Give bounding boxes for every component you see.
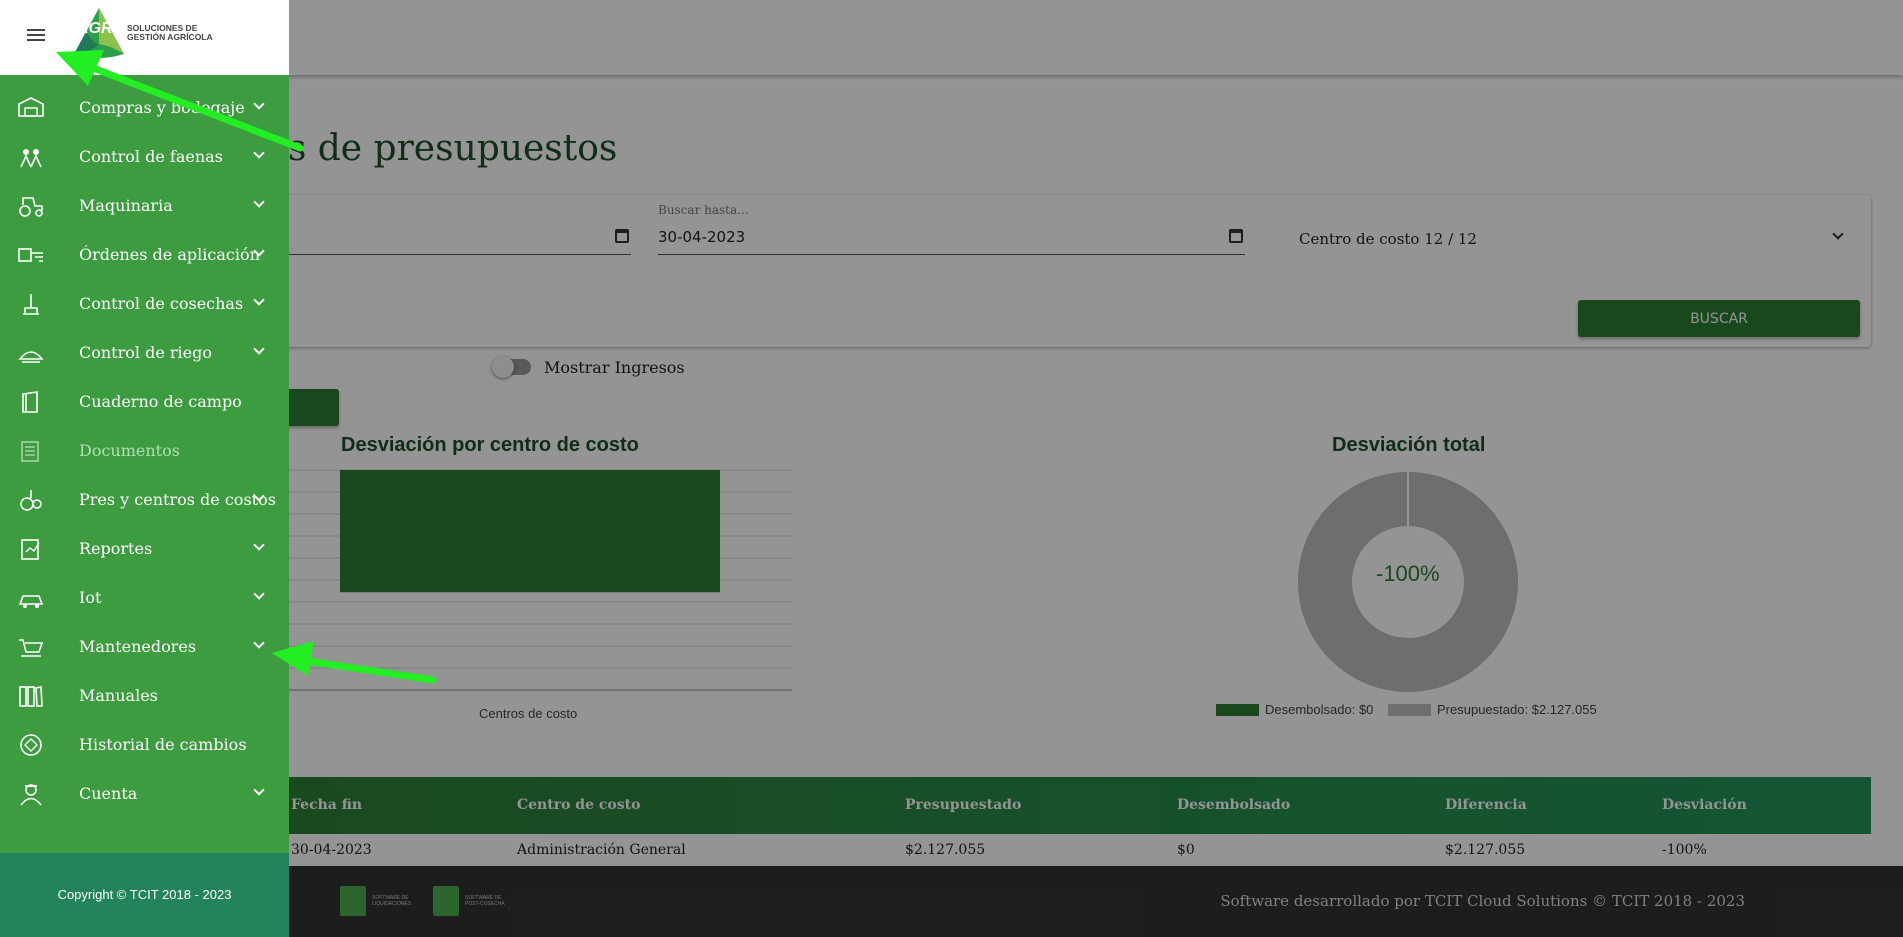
sidebar-item-control-de-faenas[interactable]: Control de faenas bbox=[0, 133, 289, 182]
sidebar-item-mantenedores[interactable]: Mantenedores bbox=[0, 623, 289, 672]
cart-icon bbox=[19, 639, 44, 657]
chevron-down-icon[interactable] bbox=[253, 588, 265, 600]
chevron-down-icon[interactable] bbox=[253, 539, 265, 551]
chevron-down-icon[interactable] bbox=[253, 784, 265, 796]
workers-icon bbox=[20, 149, 42, 168]
account-icon bbox=[20, 784, 42, 806]
logo-text-line: GESTIÓN AGRÍCOLA bbox=[127, 32, 213, 42]
sidebar-nav: Compras y bodegaje Control de faenas Maqui… bbox=[0, 84, 289, 819]
sidebar-item-pres-y-centros-de-costos[interactable]: Pres y centros de costos bbox=[0, 476, 289, 525]
sidebar-item-label: Documentos bbox=[79, 441, 180, 460]
sidebar-item-historial-de-cambios[interactable]: Historial de cambios bbox=[0, 721, 289, 770]
sidebar-item-label: Control de faenas bbox=[79, 147, 223, 166]
chevron-down-icon[interactable] bbox=[253, 294, 265, 306]
sidebar-item-label: Pres y centros de costos bbox=[79, 490, 276, 509]
sidebar-item-label: Historial de cambios bbox=[79, 735, 247, 754]
navigation-drawer: AGRI SOLUCIONES DE GESTIÓN AGRÍCOLA Comp… bbox=[0, 0, 289, 937]
sidebar-item-ordenes-de-aplicacion[interactable]: Órdenes de aplicación bbox=[0, 231, 289, 280]
chevron-down-icon[interactable] bbox=[253, 343, 265, 355]
sidebar-item-label: Cuenta bbox=[79, 784, 138, 803]
sidebar-item-iot[interactable]: Iot bbox=[0, 574, 289, 623]
logo-text: SOLUCIONES DE GESTIÓN AGRÍCOLA bbox=[127, 24, 213, 42]
chevron-down-icon[interactable] bbox=[253, 147, 265, 159]
chevron-down-icon[interactable] bbox=[253, 98, 265, 110]
budget-icon bbox=[20, 490, 42, 511]
sidebar-item-reportes[interactable]: Reportes bbox=[0, 525, 289, 574]
drawer-footer: Copyright © TCIT 2018 - 2023 bbox=[0, 853, 289, 937]
iot-icon bbox=[18, 595, 44, 608]
harvest-icon bbox=[23, 294, 39, 315]
sidebar-item-label: Iot bbox=[79, 588, 102, 607]
sidebar-item-label: Maquinaria bbox=[79, 196, 173, 215]
sidebar-item-control-de-riego[interactable]: Control de riego bbox=[0, 329, 289, 378]
sidebar-item-label: Control de riego bbox=[79, 343, 212, 362]
chevron-down-icon[interactable] bbox=[253, 637, 265, 649]
sidebar-item-label: Mantenedores bbox=[79, 637, 197, 656]
sidebar-item-label: Manuales bbox=[79, 686, 158, 705]
sidebar-item-maquinaria[interactable]: Maquinaria bbox=[0, 182, 289, 231]
sidebar-item-compras-y-bodegaje[interactable]: Compras y bodegaje bbox=[0, 84, 289, 133]
sidebar-item-label: Órdenes de aplicación bbox=[79, 245, 260, 264]
manuals-icon bbox=[19, 686, 43, 707]
sidebar-item-label: Compras y bodegaje bbox=[79, 98, 245, 117]
menu-icon[interactable] bbox=[27, 29, 47, 43]
drawer-header: AGRI SOLUCIONES DE GESTIÓN AGRÍCOLA bbox=[0, 0, 289, 75]
documents-icon bbox=[21, 441, 39, 462]
sidebar-item-documentos[interactable]: Documentos bbox=[0, 427, 289, 476]
sprayer-icon bbox=[18, 248, 43, 262]
sidebar-item-cuaderno-de-campo[interactable]: Cuaderno de campo bbox=[0, 378, 289, 427]
sidebar-item-manuales[interactable]: Manuales bbox=[0, 672, 289, 721]
logo-word: AGRI bbox=[77, 20, 117, 37]
sidebar-item-label: Control de cosechas bbox=[79, 294, 244, 313]
irrigation-icon bbox=[18, 351, 44, 363]
sidebar-item-label: Reportes bbox=[79, 539, 153, 558]
chevron-down-icon[interactable] bbox=[253, 196, 265, 208]
reports-icon bbox=[21, 539, 40, 560]
tractor-icon bbox=[19, 197, 43, 217]
notebook-icon bbox=[22, 391, 38, 413]
sidebar-item-label: Cuaderno de campo bbox=[79, 392, 242, 411]
sidebar-item-cuenta[interactable]: Cuenta bbox=[0, 770, 289, 819]
warehouse-icon bbox=[18, 97, 44, 117]
sidebar-item-control-de-cosechas[interactable]: Control de cosechas bbox=[0, 280, 289, 329]
history-icon bbox=[20, 734, 42, 756]
copyright-text: Copyright © TCIT 2018 - 2023 bbox=[57, 887, 232, 902]
